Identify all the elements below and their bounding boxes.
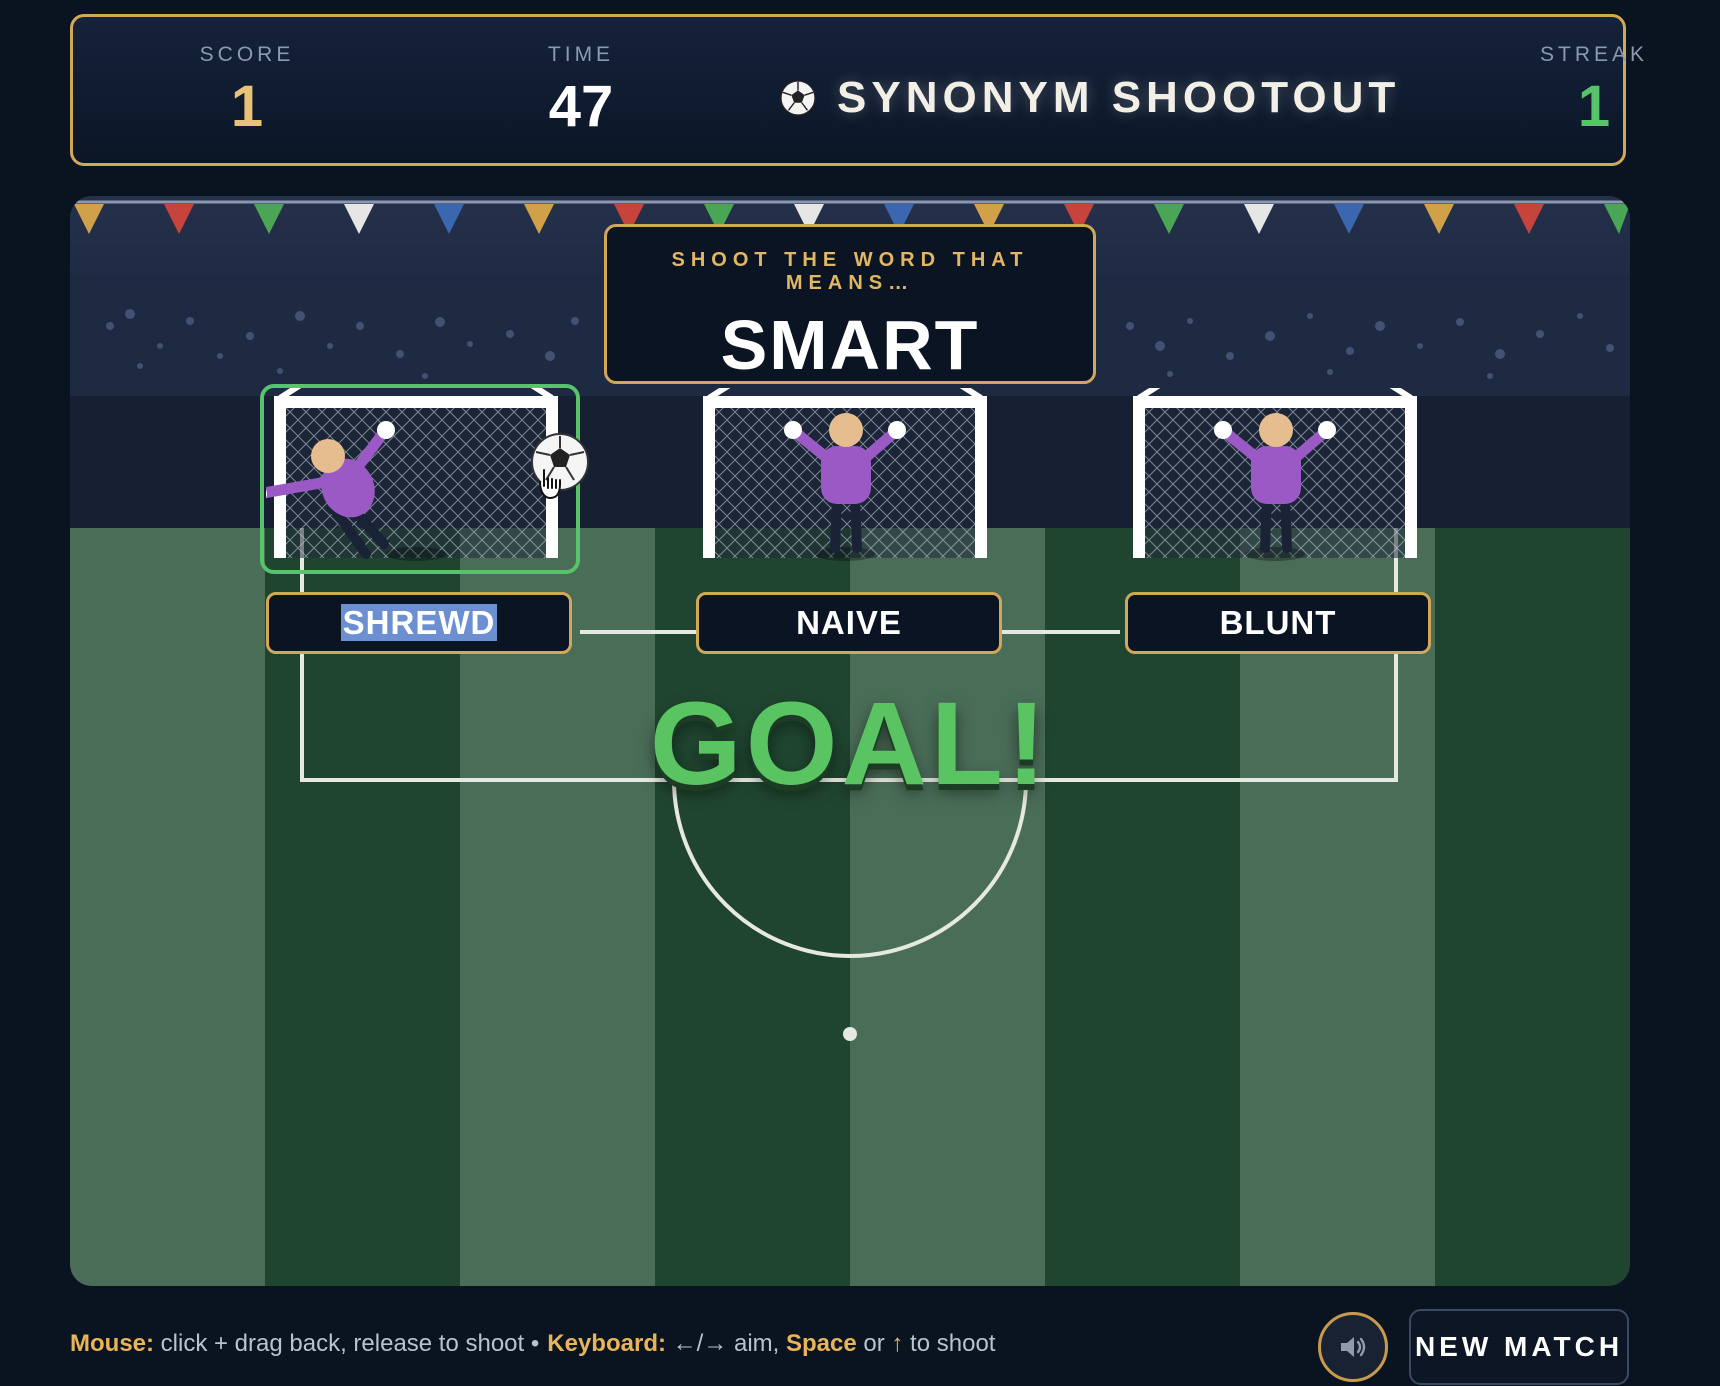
word-label: SHREWD (340, 604, 498, 641)
separator: • (530, 1330, 540, 1357)
controls-help: Mouse: click + drag back, release to sho… (70, 1330, 995, 1358)
time-value: 47 (548, 74, 614, 139)
streak-label: STREAK (1539, 43, 1649, 66)
keyboard-key: Keyboard: (547, 1330, 666, 1357)
shoot-text: to shoot (903, 1330, 996, 1357)
hand-cursor-icon (539, 469, 561, 500)
time-label: TIME (547, 43, 615, 66)
word-plate-blunt[interactable]: BLUNT (1125, 592, 1431, 654)
score-label: SCORE (199, 43, 295, 66)
word-label: NAIVE (796, 604, 902, 641)
up-key: ↑ (891, 1330, 904, 1357)
time-stat: TIME 47 (511, 43, 651, 140)
mouse-key: Mouse: (70, 1330, 154, 1357)
word-label: BLUNT (1219, 604, 1337, 641)
scoreboard: SCORE 1 TIME 47 SYNONYM SHOOTOUT STREAK … (70, 14, 1644, 166)
prompt-label: SHOOT THE WORD THAT MEANS… (671, 249, 1029, 294)
speaker-icon (1341, 1337, 1366, 1357)
word-plate-shrewd[interactable]: SHREWD (266, 592, 572, 654)
score-stat: SCORE 1 (177, 43, 317, 140)
goal-target-blunt[interactable] (1125, 388, 1425, 578)
game-title: SYNONYM SHOOTOUT (779, 73, 1400, 123)
space-key: Space (785, 1330, 857, 1357)
goal-target-naive[interactable] (695, 388, 995, 578)
mouse-text: click + drag back, release to shoot (154, 1330, 531, 1357)
new-match-button[interactable]: NEW MATCH (1409, 1309, 1629, 1385)
prompt-word: SMART (720, 306, 980, 384)
prompt-card: SHOOT THE WORD THAT MEANS… SMART (604, 224, 1096, 384)
word-plate-naive[interactable]: NAIVE (696, 592, 1002, 654)
goal-target-shrewd[interactable] (260, 384, 589, 578)
sound-toggle-button[interactable] (1318, 1312, 1388, 1382)
keyboard-text: ←/→ aim, (665, 1330, 786, 1357)
title-text: SYNONYM SHOOTOUT (837, 73, 1401, 122)
goalkeeper (784, 413, 906, 553)
soccer-ball-icon (780, 80, 816, 116)
streak-value: 1 (1577, 74, 1611, 139)
or-text: or (856, 1330, 892, 1357)
game-field[interactable]: SHOOT THE WORD THAT MEANS… SMART SHREWD … (70, 196, 1630, 1286)
goalkeeper-diving (266, 421, 395, 559)
result-banner: GOAL! (649, 678, 1051, 810)
streak-stat: STREAK 1 (1524, 43, 1664, 140)
goalkeeper (1214, 413, 1336, 553)
score-value: 1 (230, 74, 264, 139)
